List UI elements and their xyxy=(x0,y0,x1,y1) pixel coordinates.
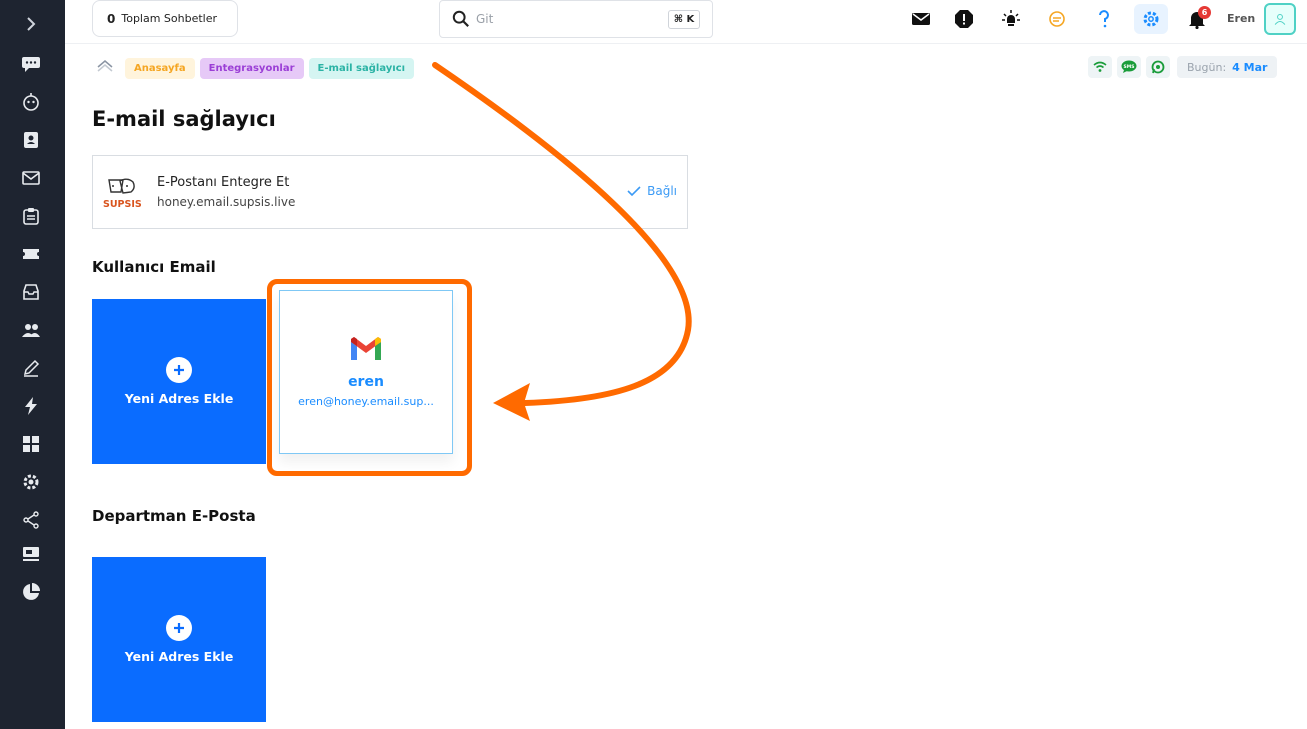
supsis-logo-text: SUPSIS xyxy=(103,199,142,210)
breadcrumb-current[interactable]: E-mail sağlayıcı xyxy=(308,57,415,79)
alert-icon[interactable] xyxy=(947,4,981,34)
share-icon[interactable] xyxy=(19,508,43,532)
provider-host: honey.email.supsis.live xyxy=(157,195,296,209)
mail-icon[interactable] xyxy=(19,166,43,190)
expand-sidebar-icon[interactable] xyxy=(19,12,43,36)
monitor-icon[interactable] xyxy=(19,542,43,566)
sms-icon[interactable]: SMS xyxy=(1117,56,1141,78)
connected-status: Bağlı xyxy=(626,184,677,198)
search-shortcut: ⌘ K xyxy=(668,10,700,29)
settings-icon[interactable] xyxy=(19,470,43,494)
add-department-email-button[interactable]: Yeni Adres Ekle xyxy=(92,557,266,722)
status-bar: SMS Bugün: 4 Mar xyxy=(1088,56,1278,78)
connected-label: Bağlı xyxy=(647,184,677,198)
chevron-up-icon[interactable] xyxy=(95,55,115,75)
provider-name: E-Postanı Entegre Et xyxy=(157,175,290,190)
contacts-icon[interactable] xyxy=(19,128,43,152)
help-icon[interactable] xyxy=(1087,4,1121,34)
feedback-icon[interactable] xyxy=(1040,4,1074,34)
avatar[interactable] xyxy=(1264,3,1296,35)
add-user-email-button[interactable]: Yeni Adres Ekle xyxy=(92,299,266,464)
provider-card[interactable]: SUPSIS E-Postanı Entegre Et honey.email.… xyxy=(92,155,688,229)
search-input[interactable]: Git ⌘ K xyxy=(439,0,713,38)
edit-icon[interactable] xyxy=(19,356,43,380)
supsis-logo: SUPSIS xyxy=(103,176,143,210)
top-bar: 0 Toplam Sohbetler Git ⌘ K 6 Eren xyxy=(65,0,1307,44)
today-indicator: Bugün: 4 Mar xyxy=(1177,56,1278,78)
inbox-icon[interactable] xyxy=(19,280,43,304)
chats-label: Toplam Sohbetler xyxy=(121,12,218,25)
sidebar xyxy=(0,0,65,729)
sms-label: SMS xyxy=(1124,64,1135,70)
breadcrumb: Anasayfa Entegrasyonlar E-mail sağlayıcı xyxy=(95,57,419,79)
email-account-card[interactable]: eren eren@honey.email.sup... xyxy=(279,290,453,454)
add-department-email-label: Yeni Adres Ekle xyxy=(124,649,234,664)
user-name[interactable]: Eren xyxy=(1227,12,1255,25)
grid-icon[interactable] xyxy=(19,432,43,456)
total-chats-pill[interactable]: 0 Toplam Sohbetler xyxy=(92,0,238,37)
plus-icon xyxy=(166,357,192,383)
today-value: 4 Mar xyxy=(1232,60,1268,74)
envelope-icon[interactable] xyxy=(904,4,938,34)
clipboard-icon[interactable] xyxy=(19,204,43,228)
check-icon xyxy=(627,186,641,197)
bulb-icon[interactable] xyxy=(994,4,1028,34)
user-icon xyxy=(1274,13,1286,25)
user-email-section-title: Kullanıcı Email xyxy=(92,258,216,276)
gmail-icon xyxy=(351,337,381,360)
page-title: E-mail sağlayıcı xyxy=(92,107,276,131)
account-name: eren xyxy=(348,374,384,390)
search-icon xyxy=(452,10,469,27)
account-email: eren@honey.email.sup... xyxy=(298,395,434,408)
whatsapp-icon[interactable] xyxy=(1146,56,1170,78)
users-icon[interactable] xyxy=(19,318,43,342)
lightning-icon[interactable] xyxy=(19,394,43,418)
search-placeholder: Git xyxy=(476,12,494,26)
department-email-section-title: Departman E-Posta xyxy=(92,507,256,525)
notification-badge: 6 xyxy=(1198,6,1211,19)
breadcrumb-home[interactable]: Anasayfa xyxy=(125,57,195,79)
bot-icon[interactable] xyxy=(19,90,43,114)
ticket-icon[interactable] xyxy=(19,242,43,266)
notification-bell-icon[interactable]: 6 xyxy=(1180,4,1214,34)
add-user-email-label: Yeni Adres Ekle xyxy=(124,391,234,406)
plus-icon xyxy=(166,615,192,641)
breadcrumb-integrations[interactable]: Entegrasyonlar xyxy=(199,57,304,79)
chats-count: 0 xyxy=(107,11,116,26)
chat-icon[interactable] xyxy=(19,52,43,76)
pie-chart-icon[interactable] xyxy=(19,580,43,604)
settings-gear-icon[interactable] xyxy=(1134,4,1168,34)
wifi-icon[interactable] xyxy=(1088,56,1112,78)
today-label: Bugün: xyxy=(1187,60,1227,74)
